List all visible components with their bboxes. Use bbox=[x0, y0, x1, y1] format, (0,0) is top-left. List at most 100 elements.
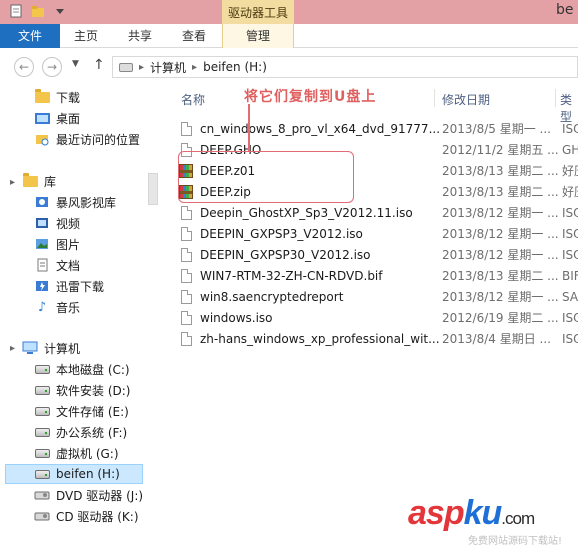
column-divider[interactable] bbox=[555, 89, 556, 107]
computer-expander-icon[interactable]: ▸ bbox=[10, 343, 15, 354]
tab-view[interactable]: 查看 bbox=[174, 24, 214, 48]
nav-item-drive-f[interactable]: 办公系统 (F:) bbox=[34, 422, 127, 442]
drive-icon bbox=[34, 382, 50, 398]
column-divider[interactable] bbox=[434, 89, 435, 107]
watermark-logo: aspku.com bbox=[408, 494, 535, 532]
nav-item-dvd-drive[interactable]: DVD 驱动器 (J:) bbox=[34, 485, 143, 505]
file-name: Deepin_GhostXP_Sp3_V2012.11.iso bbox=[200, 205, 413, 220]
file-row[interactable]: WIN7-RTM-32-ZH-CN-RDVD.bif 2013/8/13 星期二… bbox=[178, 265, 578, 286]
annotation-highlight-box bbox=[178, 151, 354, 203]
music-icon: ♪ bbox=[37, 299, 47, 315]
file-row[interactable]: DEEPIN_GXPSP3_V2012.iso 2013/8/12 星期一 ..… bbox=[178, 223, 578, 244]
tab-share[interactable]: 共享 bbox=[120, 24, 160, 48]
file-row[interactable]: zh-hans_windows_xp_professional_wit... 2… bbox=[178, 328, 578, 349]
file-type: ISO bbox=[562, 205, 578, 220]
file-type: ISO bbox=[562, 310, 578, 325]
forward-arrow-icon: → bbox=[46, 60, 58, 74]
file-row[interactable]: cn_windows_8_pro_vl_x64_dvd_91777... 201… bbox=[178, 118, 578, 139]
file-type: 好压 bbox=[562, 164, 578, 178]
file-icon bbox=[180, 121, 192, 136]
drive-tools-context-label: 驱动器工具 bbox=[222, 0, 294, 24]
file-icon bbox=[180, 310, 192, 325]
file-row[interactable]: windows.iso 2012/6/19 星期二 ... ISO bbox=[178, 307, 578, 328]
picture-icon bbox=[34, 236, 50, 252]
window-title: be bbox=[556, 2, 574, 18]
tab-file[interactable]: 文件 bbox=[0, 24, 60, 48]
new-folder-icon[interactable] bbox=[30, 3, 46, 19]
nav-item-drive-c[interactable]: 本地磁盘 (C:) bbox=[34, 359, 130, 379]
file-icon bbox=[180, 226, 192, 241]
computer-icon bbox=[22, 340, 38, 356]
media-library-icon bbox=[34, 194, 50, 210]
thunder-download-icon bbox=[34, 278, 50, 294]
file-icon bbox=[180, 247, 192, 262]
nav-item-drive-h[interactable]: beifen (H:) bbox=[5, 464, 143, 484]
desktop-icon bbox=[34, 110, 50, 126]
libraries-expander-icon[interactable]: ▸ bbox=[10, 177, 15, 188]
navigation-pane: 下载 桌面 最近访问的位置 ▸ 库 暴风影视库 视频 图片 文档 迅雷下载 ♪ … bbox=[0, 85, 160, 551]
nav-item-computer[interactable]: 计算机 bbox=[22, 338, 80, 358]
annotation-text: 将它们复制到U盘上 bbox=[244, 89, 377, 105]
breadcrumb-separator[interactable]: ▸ bbox=[192, 62, 197, 73]
file-type: ISO bbox=[562, 121, 578, 136]
file-type: ISO bbox=[562, 226, 578, 241]
nav-item-recent-places[interactable]: 最近访问的位置 bbox=[34, 129, 140, 149]
file-name: cn_windows_8_pro_vl_x64_dvd_91777... bbox=[200, 121, 440, 136]
file-date: 2012/11/2 星期五 ... bbox=[442, 143, 559, 157]
file-name: WIN7-RTM-32-ZH-CN-RDVD.bif bbox=[200, 268, 383, 283]
file-icon bbox=[180, 289, 192, 304]
file-icon bbox=[180, 331, 192, 346]
file-row[interactable]: Deepin_GhostXP_Sp3_V2012.11.iso 2013/8/1… bbox=[178, 202, 578, 223]
file-date: 2013/8/13 星期二 ... bbox=[442, 269, 559, 283]
download-folder-icon bbox=[34, 88, 50, 105]
nav-item-desktop[interactable]: 桌面 bbox=[34, 108, 80, 128]
properties-icon[interactable] bbox=[8, 3, 24, 19]
column-header-date[interactable]: 修改日期 bbox=[442, 91, 490, 108]
nav-item-cd-drive[interactable]: CD 驱动器 (K:) bbox=[34, 506, 139, 526]
file-row[interactable]: DEEPIN_GXPSP30_V2012.iso 2013/8/12 星期一 .… bbox=[178, 244, 578, 265]
file-name: zh-hans_windows_xp_professional_wit... bbox=[200, 331, 440, 346]
file-type: GHO bbox=[562, 142, 578, 157]
breadcrumb-computer[interactable]: 计算机 bbox=[150, 59, 186, 76]
up-arrow-icon[interactable]: ↑ bbox=[93, 57, 105, 73]
breadcrumb-drive[interactable]: beifen (H:) bbox=[203, 60, 267, 74]
tab-manage[interactable]: 管理 bbox=[222, 24, 294, 48]
file-row[interactable]: win8.saencryptedreport 2013/8/12 星期一 ...… bbox=[178, 286, 578, 307]
file-type: SA bbox=[562, 289, 578, 304]
nav-item-drive-e[interactable]: 文件存储 (E:) bbox=[34, 401, 129, 421]
file-date: 2013/8/12 星期一 ... bbox=[442, 206, 559, 220]
forward-button[interactable]: → bbox=[42, 57, 62, 77]
nav-item-documents[interactable]: 文档 bbox=[34, 255, 80, 275]
recent-locations-dropdown-icon[interactable]: ▼ bbox=[72, 59, 79, 69]
nav-item-pictures[interactable]: 图片 bbox=[34, 234, 80, 254]
nav-item-music[interactable]: ♪ 音乐 bbox=[34, 297, 80, 317]
nav-item-drive-d[interactable]: 软件安装 (D:) bbox=[34, 380, 130, 400]
file-date: 2012/6/19 星期二 ... bbox=[442, 311, 559, 325]
nav-item-thunder-download[interactable]: 迅雷下载 bbox=[34, 276, 104, 296]
drive-icon bbox=[119, 62, 133, 72]
file-date: 2013/8/4 星期日 ... bbox=[442, 332, 551, 346]
watermark-subtitle: 免费网站源码下载站! bbox=[468, 536, 563, 547]
nav-item-downloads[interactable]: 下载 bbox=[34, 87, 80, 107]
navigation-bar: ← → ▼ ↑ ▸ 计算机 ▸ beifen (H:) bbox=[0, 49, 578, 85]
file-icon bbox=[180, 205, 192, 220]
nav-item-video[interactable]: 视频 bbox=[34, 213, 80, 233]
address-bar[interactable]: ▸ 计算机 ▸ beifen (H:) bbox=[112, 56, 578, 78]
recent-places-icon bbox=[34, 131, 50, 147]
file-date: 2013/8/13 星期二 ... bbox=[442, 185, 559, 199]
title-bar: 驱动器工具 be bbox=[0, 0, 578, 24]
file-date: 2013/8/12 星期一 ... bbox=[442, 290, 559, 304]
column-header-name[interactable]: 名称 bbox=[181, 91, 205, 108]
breadcrumb-separator[interactable]: ▸ bbox=[139, 62, 144, 73]
back-button[interactable]: ← bbox=[14, 57, 34, 77]
tab-home[interactable]: 主页 bbox=[66, 24, 106, 48]
file-date: 2013/8/12 星期一 ... bbox=[442, 227, 559, 241]
document-icon bbox=[34, 257, 50, 273]
nav-item-drive-g[interactable]: 虚拟机 (G:) bbox=[34, 443, 119, 463]
customize-qat-icon[interactable] bbox=[52, 3, 68, 19]
nav-item-libraries[interactable]: 库 bbox=[22, 171, 56, 191]
dvd-drive-icon bbox=[34, 487, 50, 503]
file-date: 2013/8/5 星期一 ... bbox=[442, 122, 551, 136]
nav-scrollbar[interactable] bbox=[148, 173, 158, 205]
nav-item-media-library[interactable]: 暴风影视库 bbox=[34, 192, 116, 212]
